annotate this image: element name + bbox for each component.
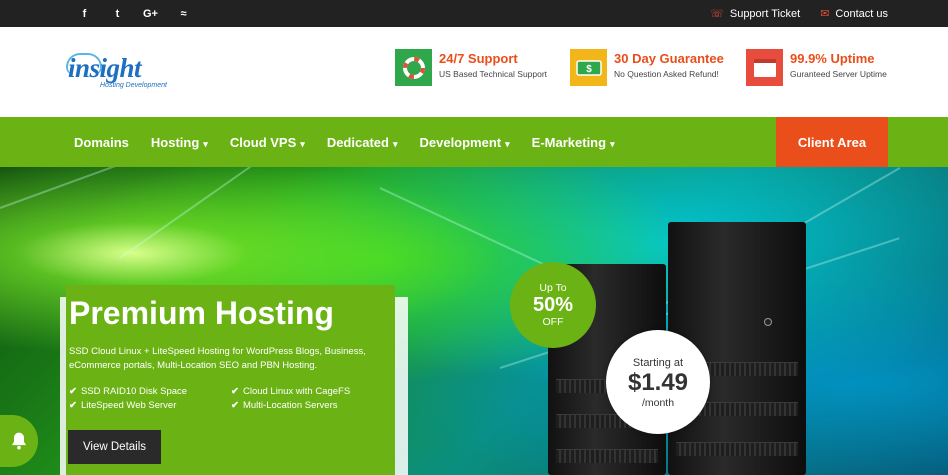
feature-uptime: 99.9% Uptime Guranteed Server Uptime xyxy=(746,49,887,87)
nav-item-e-marketing[interactable]: E-Marketing ▾ xyxy=(521,135,626,150)
site-header: insight Hosting Development 24/7 Support… xyxy=(0,27,948,117)
price-label: Starting at xyxy=(632,357,684,369)
nav-item-domains[interactable]: Domains xyxy=(63,135,140,150)
list-item: ✔ LiteSpeed Web Server xyxy=(69,400,177,411)
view-details-button[interactable]: View Details xyxy=(68,430,161,464)
check-icon: ✔ xyxy=(69,386,77,397)
hero-banner: Premium Hosting SSD Cloud Linux + LiteSp… xyxy=(0,167,948,475)
top-bar: f t G+ ≈ ☏ Support Ticket ✉ Contact us xyxy=(0,0,948,27)
check-icon: ✔ xyxy=(69,400,77,411)
badge-line3: OFF xyxy=(542,316,564,328)
nav-item-label: Cloud VPS xyxy=(229,134,297,150)
hero-description: SSD Cloud Linux + LiteSpeed Hosting for … xyxy=(69,346,366,371)
feature-subtitle: Guranteed Server Uptime xyxy=(790,69,887,79)
feature-title: 99.9% Uptime xyxy=(790,51,875,66)
facebook-icon[interactable]: f xyxy=(68,8,101,20)
nav-item-label: Hosting xyxy=(150,134,200,150)
feature-subtitle: No Question Asked Refund! xyxy=(614,69,719,79)
feature-subtitle: US Based Technical Support xyxy=(439,69,548,79)
badge-line1: Up To xyxy=(539,282,567,294)
caret-down-icon: ▾ xyxy=(505,138,510,149)
contact-us-label: Contact us xyxy=(835,7,888,20)
price-period: /month xyxy=(641,397,675,409)
support-ticket-label: Support Ticket xyxy=(729,7,801,20)
google-plus-icon[interactable]: G+ xyxy=(134,8,167,20)
check-icon: ✔ xyxy=(231,400,239,411)
badge-percent: 50% xyxy=(532,294,574,316)
money-icon: $ xyxy=(570,49,607,86)
discount-badge: Up To 50% OFF xyxy=(510,262,596,348)
list-item: ✔ Cloud Linux with CageFS xyxy=(231,386,351,397)
top-links: ☏ Support Ticket ✉ Contact us xyxy=(710,0,888,27)
feature-title: 24/7 Support xyxy=(439,51,518,66)
social-links: f t G+ ≈ xyxy=(68,0,200,27)
logo-word: insight xyxy=(68,53,142,83)
lifebuoy-icon xyxy=(395,49,432,86)
caret-down-icon: ▾ xyxy=(610,138,615,149)
feature-guarantee: $ 30 Day Guarantee No Question Asked Ref… xyxy=(570,49,724,87)
nav-item-development[interactable]: Development ▾ xyxy=(408,135,520,150)
rss-icon[interactable]: ≈ xyxy=(167,8,200,20)
headset-icon: ☏ xyxy=(710,8,724,20)
price-badge: Starting at $1.49 /month xyxy=(606,330,710,434)
caret-down-icon: ▾ xyxy=(203,138,208,149)
nav-item-cloud-vps[interactable]: Cloud VPS ▾ xyxy=(219,135,316,150)
site-logo[interactable]: insight Hosting Development xyxy=(66,51,194,96)
promo-panel: Premium Hosting SSD Cloud Linux + LiteSp… xyxy=(66,285,395,475)
nav-item-label: Development xyxy=(419,134,502,150)
svg-text:$: $ xyxy=(586,64,592,75)
price-amount: $1.49 xyxy=(627,369,689,396)
nav-item-label: Dedicated xyxy=(326,134,389,150)
list-item: ✔ SSD RAID10 Disk Space xyxy=(69,386,188,397)
logo-tagline: Hosting Development xyxy=(100,82,167,89)
feature-title: 30 Day Guarantee xyxy=(614,51,724,66)
browser-icon xyxy=(746,49,783,86)
nav-item-dedicated[interactable]: Dedicated ▾ xyxy=(316,135,409,150)
check-icon: ✔ xyxy=(231,386,239,397)
caret-down-icon: ▾ xyxy=(300,138,305,149)
hero-title: Premium Hosting xyxy=(69,295,334,331)
contact-us-link[interactable]: ✉ Contact us xyxy=(820,7,888,21)
hero-feature-list: ✔ SSD RAID10 Disk Space ✔ Cloud Linux with… xyxy=(69,386,389,411)
bell-icon xyxy=(12,432,26,450)
twitter-icon[interactable]: t xyxy=(101,8,134,20)
nav-item-label: E-Marketing xyxy=(531,134,607,150)
support-ticket-link[interactable]: ☏ Support Ticket xyxy=(710,7,801,21)
feature-support: 24/7 Support US Based Technical Support xyxy=(395,49,547,87)
nav-item-label: Domains xyxy=(74,134,129,150)
light-streak xyxy=(119,167,334,259)
caret-down-icon: ▾ xyxy=(392,138,398,149)
list-item: ✔ Multi-Location Servers xyxy=(231,400,338,411)
envelope-icon: ✉ xyxy=(820,8,830,20)
nav-item-hosting[interactable]: Hosting ▾ xyxy=(140,135,219,150)
client-area-button[interactable]: Client Area xyxy=(776,117,888,167)
